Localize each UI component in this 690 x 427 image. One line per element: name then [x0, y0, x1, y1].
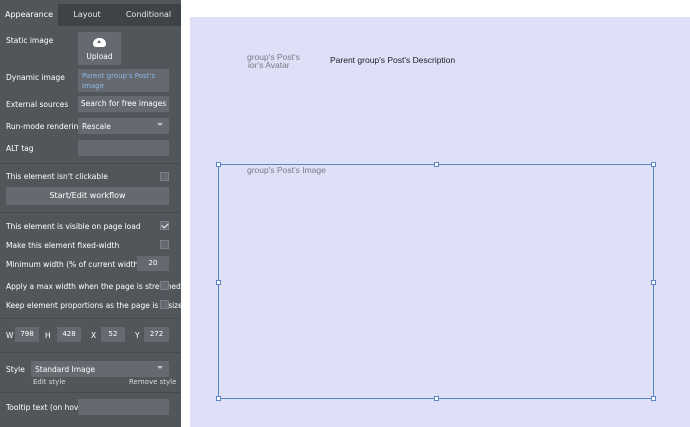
style-select[interactable]: Standard Image — [31, 361, 169, 377]
divider — [0, 318, 181, 319]
fixed-width-label: Make this element fixed-width — [6, 241, 120, 250]
y-label: Y — [135, 331, 140, 340]
run-mode-value: Rescale — [82, 122, 111, 131]
height-input[interactable]: 428 — [57, 327, 81, 342]
image-placeholder-label: group's Post's Image — [247, 165, 326, 175]
tooltip-input[interactable] — [78, 399, 169, 415]
divider — [0, 163, 181, 164]
divider — [0, 392, 181, 393]
x-label: X — [91, 331, 97, 340]
tab-layout[interactable]: Layout — [58, 4, 116, 26]
resize-handle-top-left[interactable] — [216, 162, 221, 167]
cloud-upload-icon — [93, 38, 106, 47]
alt-tag-input[interactable] — [78, 140, 169, 156]
style-label: Style — [6, 365, 25, 374]
max-width-label: Apply a max width when the page is stret… — [6, 282, 181, 291]
avatar-placeholder-line2: ior's Avatar — [248, 60, 290, 70]
y-input[interactable]: 272 — [144, 327, 169, 342]
dynamic-image-label: Dynamic image — [6, 73, 65, 82]
x-input[interactable]: 52 — [101, 327, 125, 342]
max-width-checkbox[interactable] — [160, 281, 169, 290]
width-input[interactable]: 798 — [15, 327, 39, 342]
resize-handle-top-right[interactable] — [651, 162, 656, 167]
resize-handle-right[interactable] — [651, 280, 656, 285]
resize-handle-top[interactable] — [434, 162, 439, 167]
edit-style-link[interactable]: Edit style — [33, 378, 66, 386]
external-sources-label: External sources — [6, 100, 69, 109]
chevron-down-icon — [157, 366, 163, 369]
not-clickable-checkbox[interactable] — [160, 172, 169, 181]
selected-image-element[interactable]: group's Post's Image — [216, 162, 656, 401]
height-label: H — [45, 331, 51, 340]
divider — [0, 352, 181, 353]
divider — [0, 212, 181, 213]
width-label: W — [6, 331, 14, 340]
dynamic-image-expression[interactable]: Parent group's Post's Image — [78, 69, 169, 92]
run-mode-select[interactable]: Rescale — [78, 118, 169, 134]
tab-appearance[interactable]: Appearance — [0, 4, 58, 26]
visible-on-load-checkbox[interactable] — [160, 221, 169, 230]
keep-proportions-checkbox[interactable] — [160, 300, 169, 309]
not-clickable-label: This element isn't clickable — [6, 172, 108, 181]
style-value: Standard Image — [35, 365, 95, 374]
chevron-down-icon — [157, 123, 163, 126]
resize-handle-bottom-left[interactable] — [216, 396, 221, 401]
editor-canvas[interactable]: group's Post's ior's Avatar Parent group… — [190, 17, 690, 427]
resize-handle-bottom-right[interactable] — [651, 396, 656, 401]
static-image-label: Static image — [6, 36, 54, 45]
run-mode-label: Run-mode rendering — [6, 122, 84, 131]
upload-label: Upload — [86, 52, 113, 61]
search-free-images-button[interactable]: Search for free images — [78, 96, 169, 112]
min-width-input[interactable]: 20 — [137, 256, 169, 271]
min-width-label: Minimum width (% of current width) — [6, 260, 142, 269]
tab-bar: Appearance Layout Conditional — [0, 4, 181, 26]
alt-tag-label: ALT tag — [6, 144, 34, 153]
start-edit-workflow-button[interactable]: Start/Edit workflow — [6, 187, 169, 205]
tooltip-label: Tooltip text (on hover) — [6, 403, 89, 412]
resize-handle-bottom[interactable] — [434, 396, 439, 401]
upload-button[interactable]: Upload — [78, 32, 121, 65]
visible-on-load-label: This element is visible on page load — [6, 222, 141, 231]
resize-handle-left[interactable] — [216, 280, 221, 285]
remove-style-link[interactable]: Remove style — [129, 378, 176, 386]
fixed-width-checkbox[interactable] — [160, 240, 169, 249]
post-description-text[interactable]: Parent group's Post's Description — [330, 55, 455, 65]
tab-conditional[interactable]: Conditional — [116, 4, 181, 26]
property-editor-panel: Appearance Layout Conditional Static ima… — [0, 0, 188, 427]
